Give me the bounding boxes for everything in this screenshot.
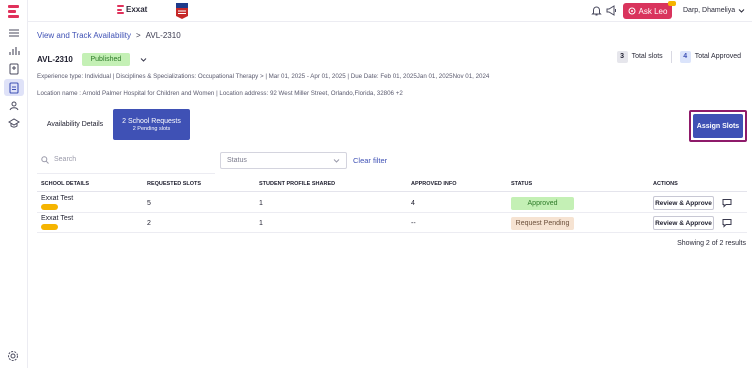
- slot-stats: 3 Total slots 4 Total Approved: [616, 51, 741, 63]
- total-slots-count: 3: [616, 51, 628, 63]
- profile-shared-value: 1: [259, 199, 263, 207]
- col-school-details: SCHOOL DETAILS: [41, 181, 90, 187]
- table-row: Exxat Test 5 1 4 Approved Review & Appro…: [37, 194, 747, 213]
- slot-header: AVL-2310 Published: [37, 53, 148, 66]
- table-row: Exxat Test 2 1 -- Request Pending Review…: [37, 214, 747, 233]
- flag-icon: [176, 3, 188, 19]
- user-menu[interactable]: Darp, Dhameliya: [683, 7, 745, 14]
- school-name[interactable]: Exxat Test: [41, 215, 73, 223]
- handshake-icon[interactable]: [7, 100, 20, 112]
- slots-icon[interactable]: [7, 82, 20, 94]
- status-badge: Published: [81, 53, 130, 66]
- chevron-down-icon: [738, 9, 745, 13]
- new-badge: [668, 1, 676, 6]
- experience-meta: Experience type: Individual | Discipline…: [37, 73, 490, 80]
- assign-slots-button[interactable]: Assign Slots: [693, 114, 743, 138]
- requested-slots-value: 5: [147, 199, 151, 207]
- table-header: SCHOOL DETAILS REQUESTED SLOTS STUDENT P…: [37, 177, 747, 192]
- col-status: STATUS: [511, 181, 533, 187]
- tab-availability-label: Availability Details: [46, 121, 104, 128]
- breadcrumb-parent-link[interactable]: View and Track Availability: [37, 31, 131, 40]
- status-chevron-down-icon[interactable]: [139, 55, 148, 64]
- brand-logo[interactable]: Exxat: [117, 5, 147, 14]
- search-placeholder: Search: [54, 156, 77, 163]
- brand-mark-icon: [117, 5, 124, 14]
- school-tag: [41, 223, 58, 230]
- top-bar: Exxat Ask Leo Darp, Dhameliya: [28, 0, 752, 22]
- tab-school-requests[interactable]: 2 School Requests 2 Pending slots: [113, 109, 190, 140]
- total-approved-count: 4: [679, 51, 691, 63]
- search-icon: [41, 155, 49, 164]
- school-cell: Exxat Test: [41, 195, 73, 212]
- breadcrumb-separator: >: [135, 31, 141, 40]
- review-approve-button[interactable]: Review & Approve: [653, 196, 714, 210]
- ask-leo-label: Ask Leo: [638, 6, 668, 16]
- brand-name: Exxat: [126, 5, 148, 14]
- col-actions: ACTIONS: [653, 181, 678, 187]
- approved-info-value: 4: [411, 199, 415, 207]
- breadcrumb: View and Track Availability > AVL-2310: [37, 31, 181, 40]
- tab-requests-sub: 2 Pending slots: [132, 125, 171, 132]
- school-cell: Exxat Test: [41, 215, 73, 232]
- breadcrumb-current: AVL-2310: [145, 31, 181, 40]
- search-input[interactable]: Search: [37, 146, 215, 174]
- total-approved-label: Total Approved: [694, 53, 741, 60]
- stat-divider: [670, 51, 672, 63]
- review-approve-button[interactable]: Review & Approve: [653, 216, 714, 230]
- menu-icon[interactable]: [7, 27, 20, 39]
- leo-icon: [628, 7, 636, 15]
- school-tag: [41, 203, 58, 210]
- tab-requests-title: 2 School Requests: [122, 117, 181, 125]
- requests-panel: Search Status Clear filter SCHOOL DETAIL…: [37, 146, 747, 268]
- graduation-icon[interactable]: [7, 117, 20, 129]
- approved-info-value: --: [411, 219, 416, 227]
- col-requested-slots: REQUESTED SLOTS: [147, 181, 202, 187]
- assign-slots-highlight: Assign Slots: [689, 110, 747, 142]
- exxat-logo-icon[interactable]: [8, 5, 19, 19]
- detail-tabs: Availability Details 2 School Requests 2…: [37, 109, 190, 140]
- tab-availability-details[interactable]: Availability Details: [37, 109, 113, 140]
- school-name[interactable]: Exxat Test: [41, 195, 73, 203]
- clear-filter-link[interactable]: Clear filter: [353, 156, 387, 165]
- chevron-down-icon: [333, 159, 340, 163]
- total-slots-label: Total slots: [631, 53, 663, 60]
- status-badge-pending: Request Pending: [511, 216, 574, 230]
- results-count: Showing 2 of 2 results: [677, 240, 746, 247]
- notification-bell-icon[interactable]: [591, 5, 602, 16]
- col-student-profile-shared: STUDENT PROFILE SHARED: [259, 181, 336, 187]
- analytics-icon[interactable]: [7, 45, 20, 57]
- status-filter-placeholder: Status: [227, 157, 247, 164]
- location-meta: Location name : Arnold Palmer Hospital f…: [37, 90, 403, 97]
- megaphone-icon[interactable]: [606, 5, 617, 16]
- left-nav-rail: [0, 0, 28, 368]
- slot-id: AVL-2310: [37, 55, 73, 64]
- settings-icon[interactable]: [7, 350, 19, 362]
- document-icon[interactable]: [7, 63, 20, 75]
- ask-leo-button[interactable]: Ask Leo: [623, 3, 672, 19]
- status-filter-select[interactable]: Status: [220, 152, 347, 169]
- chat-icon[interactable]: [722, 218, 732, 228]
- requested-slots-value: 2: [147, 219, 151, 227]
- user-name: Darp, Dhameliya: [683, 7, 736, 14]
- status-badge-approved: Approved: [511, 196, 574, 210]
- total-approved-stat: 4 Total Approved: [679, 51, 741, 63]
- total-slots-stat: 3 Total slots: [616, 51, 663, 63]
- col-approved-info: APPROVED INFO: [411, 181, 457, 187]
- chat-icon[interactable]: [722, 198, 732, 208]
- profile-shared-value: 1: [259, 219, 263, 227]
